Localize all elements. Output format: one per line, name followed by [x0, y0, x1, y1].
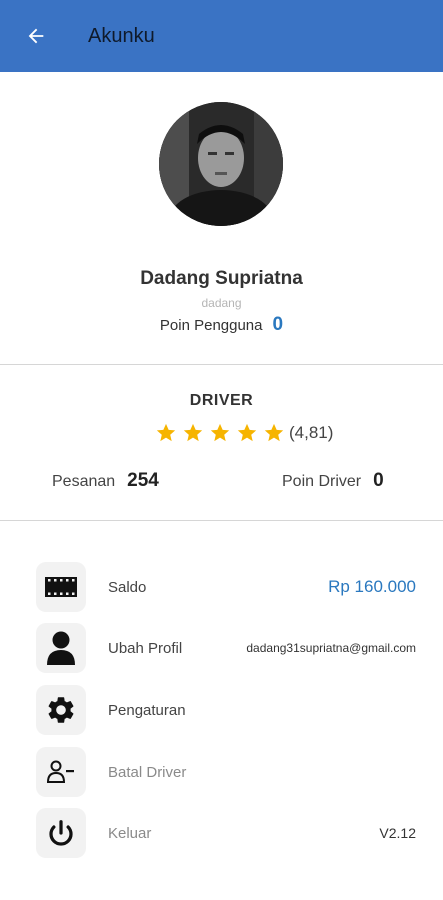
user-points-label: Poin Pengguna [159, 317, 263, 334]
orders-value: 254 [127, 470, 159, 491]
app-version: V2.12 [379, 825, 416, 841]
driver-title: DRIVER [189, 392, 254, 409]
user-points-value: 0 [272, 314, 284, 335]
driver-points-label: Poin Driver [282, 473, 362, 490]
email-value: dadang31supriatna@gmail.com [246, 641, 416, 655]
avatar[interactable] [159, 102, 283, 226]
balance-value: Rp 160.000 [328, 577, 416, 596]
menu-item-ubah-profil[interactable]: Ubah Profil dadang31supriatna@gmail.com [36, 622, 416, 674]
driver-points-stat: Poin Driver 0 [282, 470, 384, 492]
gear-icon [36, 685, 86, 735]
menu-item-keluar[interactable]: Keluar V2.12 [36, 807, 416, 859]
profile-section: Dadang Supriatna dadang Poin Pengguna 0 [0, 72, 443, 364]
user-name: Dadang Supriatna [140, 268, 303, 289]
arrow-left-icon [28, 28, 44, 44]
star-icon [183, 423, 203, 442]
menu-item-label: Ubah Profil [108, 639, 183, 657]
menu-item-label: Batal Driver [108, 763, 187, 781]
app-bar: Akunku [0, 0, 443, 72]
power-icon [36, 808, 86, 858]
user-points: Poin Pengguna 0 [0, 314, 443, 336]
remove-user-icon [36, 747, 86, 797]
star-icon [264, 423, 284, 442]
divider [0, 520, 443, 521]
menu-item-saldo[interactable]: Saldo Rp 160.000 [36, 561, 416, 613]
menu-item-batal-driver[interactable]: Batal Driver [36, 746, 416, 798]
divider [0, 364, 443, 365]
driver-rating: (4,81) [155, 422, 333, 444]
driver-points-value: 0 [373, 470, 384, 491]
back-button[interactable] [12, 12, 60, 60]
star-icon [237, 423, 257, 442]
person-icon [36, 623, 86, 673]
menu-item-pengaturan[interactable]: Pengaturan [36, 684, 416, 736]
menu-item-label: Saldo [108, 578, 147, 596]
orders-stat: Pesanan 254 [52, 470, 159, 492]
menu-item-label: Pengaturan [108, 701, 186, 719]
rating-value: (4,81) [289, 423, 334, 442]
wallet-icon [36, 562, 86, 612]
page-title: Akunku [88, 24, 155, 47]
menu-item-label: Keluar [108, 824, 152, 842]
star-icon [156, 423, 176, 442]
orders-label: Pesanan [52, 473, 116, 490]
star-icon [210, 423, 230, 442]
user-username: dadang [201, 296, 242, 310]
